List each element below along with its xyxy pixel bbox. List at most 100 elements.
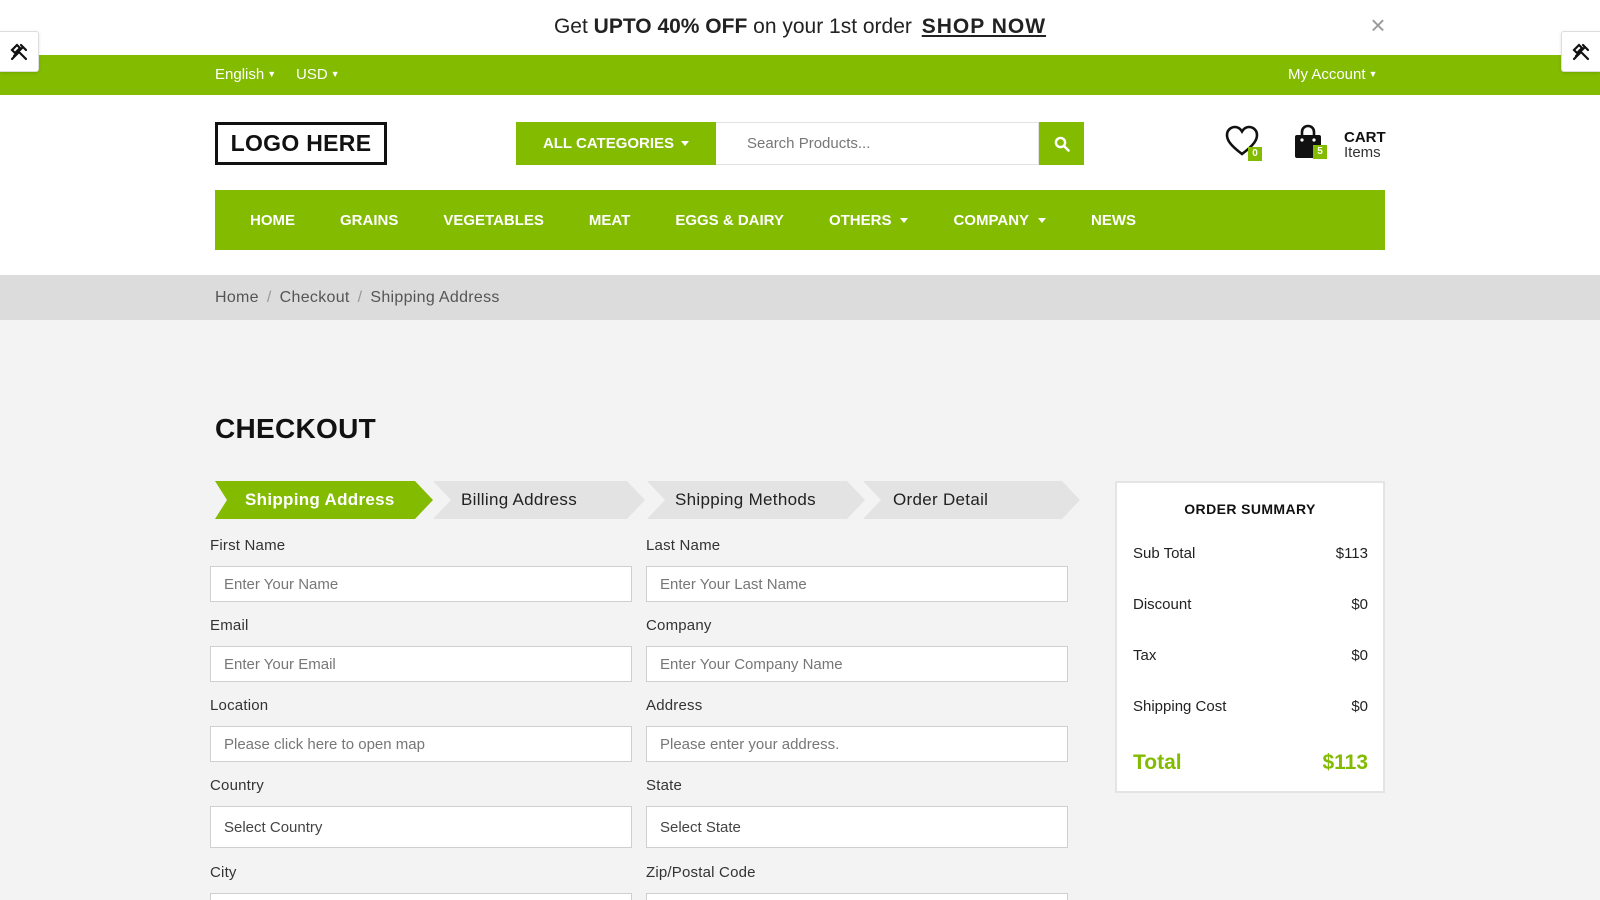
- step-label: Order Detail: [893, 490, 989, 509]
- nav-item-company[interactable]: COMPANY: [953, 211, 1047, 229]
- last-name-group: Last Name: [646, 537, 1068, 602]
- currency-label: USD: [296, 66, 328, 83]
- tools-icon[interactable]: [1561, 31, 1600, 72]
- step-shipping-address[interactable]: Shipping Address: [215, 481, 433, 519]
- nav-label: OTHERS: [828, 211, 892, 229]
- logo[interactable]: LOGO HERE: [215, 122, 387, 165]
- step-order-detail[interactable]: Order Detail: [863, 481, 1080, 519]
- nav-item-vegetables[interactable]: VEGETABLES: [443, 212, 544, 229]
- state-group: State Select State: [646, 777, 1068, 848]
- search-input[interactable]: [716, 122, 1039, 165]
- nav-item-others[interactable]: OTHERS: [829, 212, 909, 229]
- checkout-steps: Shipping Address Billing Address Shippin…: [215, 481, 1080, 519]
- state-select[interactable]: Select State: [646, 806, 1068, 848]
- company-label: Company: [646, 617, 712, 634]
- nav-item-grains[interactable]: GRAINS: [340, 212, 398, 229]
- summary-row-discount: Discount $0: [1133, 596, 1368, 613]
- step-label: Shipping Methods: [675, 490, 816, 509]
- email-label: Email: [210, 617, 249, 634]
- city-field[interactable]: [210, 893, 632, 900]
- total-label: Total: [1133, 751, 1182, 774]
- cart-label[interactable]: CART Items: [1344, 130, 1386, 160]
- close-icon[interactable]: ×: [1368, 12, 1388, 38]
- categories-label: ALL CATEGORIES: [542, 135, 675, 152]
- state-label: State: [646, 777, 683, 794]
- zip-field[interactable]: [646, 893, 1068, 900]
- cart-subtitle: Items: [1344, 144, 1381, 161]
- nav-label: NEWS: [1091, 211, 1137, 229]
- location-field[interactable]: [210, 726, 632, 762]
- last-name-field[interactable]: [646, 566, 1068, 602]
- city-group: City: [210, 864, 632, 900]
- nav-item-meat[interactable]: MEAT: [589, 212, 630, 229]
- caret-down-icon: [1038, 217, 1047, 223]
- summary-label: Shipping Cost: [1133, 698, 1227, 715]
- promo-highlight: UPTO 40% OFF: [593, 15, 748, 38]
- country-select[interactable]: Select Country: [210, 806, 632, 848]
- company-group: Company: [646, 617, 1068, 682]
- cart-button[interactable]: 5: [1293, 124, 1333, 162]
- chevron-down-icon: ▼: [1368, 69, 1378, 79]
- order-summary-title: ORDER SUMMARY: [1184, 501, 1316, 517]
- nav-item-eggs-dairy[interactable]: EGGS & DAIRY: [675, 212, 784, 229]
- address-field[interactable]: [646, 726, 1068, 762]
- step-shipping-methods[interactable]: Shipping Methods: [647, 481, 865, 519]
- total-value: $113: [1322, 751, 1368, 774]
- summary-label: Tax: [1133, 647, 1157, 664]
- main-nav: HOME GRAINS VEGETABLES MEAT EGGS & DAIRY…: [215, 190, 1385, 250]
- summary-label: Discount: [1133, 596, 1192, 613]
- language-label: English: [215, 66, 265, 83]
- chevron-down-icon: ▼: [330, 69, 340, 79]
- breadcrumb: Home / Checkout / Shipping Address: [215, 289, 500, 307]
- first-name-group: First Name: [210, 537, 632, 602]
- promo-middle: on your 1st order: [747, 15, 918, 38]
- caret-down-icon: [900, 217, 909, 223]
- breadcrumb-checkout[interactable]: Checkout: [280, 289, 350, 306]
- caret-down-icon: [681, 141, 690, 146]
- page-title: CHECKOUT: [215, 413, 377, 444]
- nav-item-home[interactable]: HOME: [250, 212, 295, 229]
- shop-now-link[interactable]: SHOP NOW: [922, 15, 1046, 38]
- nav-item-news[interactable]: NEWS: [1091, 212, 1136, 229]
- summary-row-subtotal: Sub Total $113: [1133, 545, 1368, 562]
- summary-row-total: Total $113: [1133, 751, 1368, 775]
- location-group: Location: [210, 697, 632, 762]
- wishlist-count-badge: 0: [1248, 147, 1262, 161]
- breadcrumb-separator: /: [266, 289, 272, 306]
- email-field[interactable]: [210, 646, 632, 682]
- first-name-field[interactable]: [210, 566, 632, 602]
- summary-label: Sub Total: [1133, 545, 1196, 562]
- country-label: Country: [210, 777, 264, 794]
- summary-value: $0: [1351, 698, 1368, 715]
- breadcrumb-home[interactable]: Home: [215, 289, 259, 306]
- search-button[interactable]: [1039, 122, 1084, 165]
- last-name-label: Last Name: [646, 537, 721, 554]
- cart-count-badge: 5: [1313, 145, 1327, 159]
- country-group: Country Select Country: [210, 777, 632, 848]
- account-label: My Account: [1288, 66, 1366, 83]
- address-label: Address: [646, 697, 703, 714]
- nav-label: COMPANY: [953, 211, 1030, 229]
- location-label: Location: [210, 697, 269, 714]
- email-group: Email: [210, 617, 632, 682]
- site-header: LOGO HERE ALL CATEGORIES 0 5 CART Items …: [0, 95, 1600, 275]
- promo-prefix: Get: [553, 15, 594, 38]
- step-label: Shipping Address: [245, 490, 395, 509]
- my-account-dropdown[interactable]: My Account ▼: [1288, 66, 1377, 83]
- promo-text: Get UPTO 40% OFF on your 1st order SHOP …: [0, 15, 1600, 39]
- step-billing-address[interactable]: Billing Address: [433, 481, 645, 519]
- language-dropdown[interactable]: English ▼: [215, 66, 276, 83]
- cart-title: CART: [1344, 129, 1386, 146]
- city-label: City: [210, 864, 237, 881]
- tools-icon[interactable]: [0, 31, 39, 72]
- all-categories-button[interactable]: ALL CATEGORIES: [516, 122, 716, 165]
- order-summary: ORDER SUMMARY Sub Total $113 Discount $0 T…: [1115, 481, 1385, 793]
- currency-dropdown[interactable]: USD ▼: [296, 66, 340, 83]
- nav-label: HOME: [250, 211, 295, 229]
- nav-label: GRAINS: [340, 211, 399, 229]
- wishlist-button[interactable]: 0: [1225, 125, 1265, 161]
- search-icon: [1054, 136, 1070, 152]
- summary-value: $0: [1351, 596, 1368, 613]
- address-group: Address: [646, 697, 1068, 762]
- company-field[interactable]: [646, 646, 1068, 682]
